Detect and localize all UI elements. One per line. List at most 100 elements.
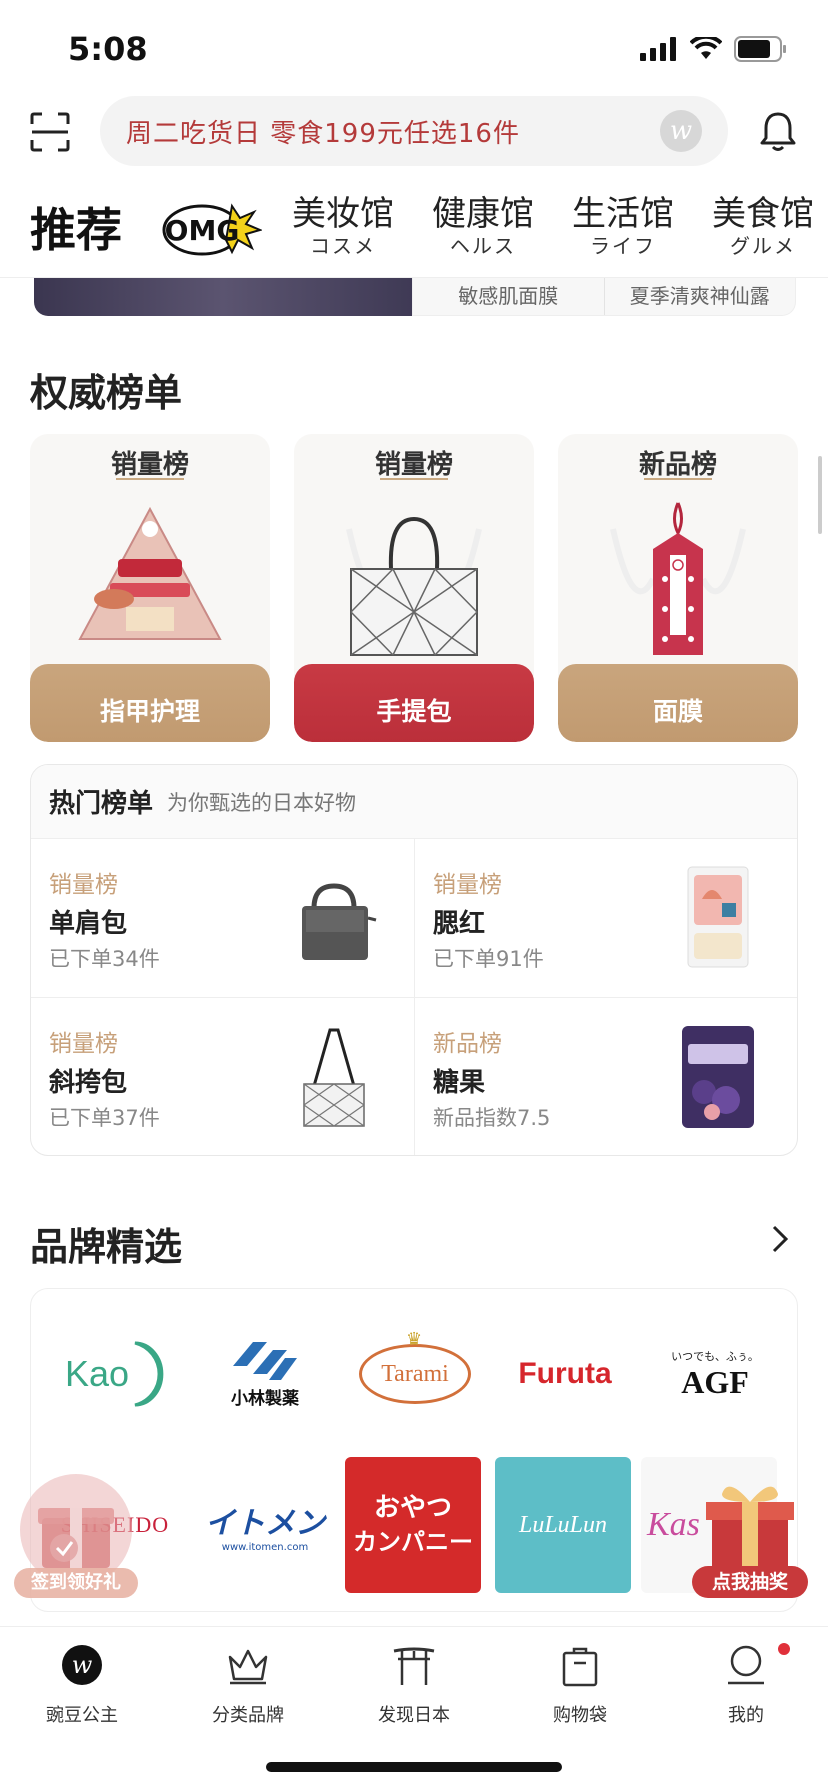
crown-icon: ♛ [406,1329,423,1350]
mask-product-icon [610,502,746,655]
tab-label: 购物袋 [553,1705,607,1726]
scroll-indicator[interactable] [818,456,822,534]
tab-label: 豌豆公主 [46,1705,118,1726]
hot-item-name: 腮红 [433,909,486,939]
crown-icon [228,1649,268,1685]
battery-icon [734,36,786,62]
chevron-right-icon[interactable] [768,1224,792,1254]
brand-logo-text: カンパニー [353,1528,473,1556]
product-image [653,853,783,983]
tab-label: 我的 [728,1705,764,1726]
blush-icon [687,866,749,968]
search-logo-icon[interactable]: w [660,110,702,152]
kobayashi-logo-icon [233,1341,297,1380]
hot-list-subtitle: 为你甄选的日本好物 [167,790,357,815]
tab-health[interactable]: 健康馆 ヘルス [432,194,534,258]
wifi-icon [690,37,722,59]
hot-item-name: 单肩包 [49,909,128,939]
tab-home[interactable]: w 豌豆公主 [22,1643,142,1727]
tab-recommend[interactable]: 推荐 [30,194,122,260]
scan-icon[interactable] [30,112,70,152]
search-input[interactable]: 周二吃货日 零食199元任选16件 w [100,96,728,166]
tab-categories[interactable]: 分类品牌 [188,1643,308,1727]
tab-jp-label: ライフ [590,234,656,258]
kao-moon-icon [134,1341,164,1407]
tab-cosmetics[interactable]: 美妆馆 コスメ [292,194,394,258]
hot-item-candy[interactable]: 新品榜 糖果 新品指数7.5 [415,998,797,1155]
brands-grid: Kao 小林製薬 ♛ Tarami Furuta いつでも、ふぅ。 AGF SH… [30,1288,798,1612]
rank-card-type: 新品榜 [638,450,717,480]
lottery-float-button[interactable]: 点我抽奖 [692,1474,808,1600]
rank-card-nail[interactable]: 销量榜 指甲护理 [30,434,270,742]
brands-section-title: 品牌精选 [30,1225,183,1269]
hot-list-title: 热门榜单 [49,789,154,819]
checkin-label: 签到领好礼 [14,1568,138,1598]
brand-oyatsu[interactable]: おやつ カンパニー [345,1457,481,1593]
handbag-product-icon [346,516,482,656]
tab-profile[interactable]: 我的 [686,1643,806,1727]
hot-item-crossbody-bag[interactable]: 销量榜 斜挎包 已下单37件 [31,998,415,1155]
tab-discover[interactable]: 发现日本 [354,1643,474,1727]
banner-tag[interactable]: 夏季清爽神仙露 [603,278,796,315]
brand-logo-text: AGF [681,1363,749,1400]
svg-text:w: w [72,1651,93,1679]
product-image [269,1012,399,1142]
rank-card-type: 销量榜 [374,450,453,480]
hot-list-header: 热门榜单 为你甄选的日本好物 [31,765,797,839]
tab-cn-label: 美食馆 [712,194,814,234]
tab-food[interactable]: 美食馆 グルメ [712,194,814,258]
brand-logo-text: 小林製薬 [231,1388,299,1409]
hot-item-type: 销量榜 [433,872,502,898]
tab-label: 发现日本 [378,1705,450,1726]
brand-logo-text: イトメン [205,1505,325,1541]
brand-logo-text: LuLuLun [518,1511,608,1538]
brand-tarami[interactable]: ♛ Tarami [345,1329,485,1419]
brand-furuta[interactable]: Furuta [495,1329,635,1419]
bell-icon[interactable] [758,110,798,154]
category-tabs: 推荐 OMG 美妆馆 コスメ 健康馆 ヘルス 生活馆 ライフ 美食馆 グルメ [0,188,828,278]
rank-card-type: 销量榜 [110,450,189,480]
tab-cn-label: 健康馆 [432,194,534,234]
hot-item-blush[interactable]: 销量榜 腮红 已下单91件 [415,839,797,998]
candy-package-icon [682,1026,754,1128]
brand-lululun[interactable]: LuLuLun [495,1457,631,1593]
wandou-logo-icon: w [62,1645,102,1685]
product-image [294,494,534,664]
omg-logo-icon[interactable]: OMG [162,200,262,256]
tab-cart[interactable]: 购物袋 [520,1643,640,1727]
tab-cn-label: 美妆馆 [292,194,394,234]
banner-tag[interactable]: 敏感肌面膜 [413,278,604,315]
checkin-float-button[interactable]: 签到领好礼 [14,1474,138,1600]
rank-card-handbag[interactable]: 销量榜 手提包 [294,434,534,742]
hot-item-info: 已下单37件 [49,1106,160,1130]
gift-box-icon [706,1486,794,1570]
torii-icon [393,1647,435,1685]
crossbody-bag-icon [303,1028,365,1127]
banner-tags: 敏感肌面膜 夏季清爽神仙露 [412,278,796,316]
rank-card-category: 指甲护理 [30,664,270,742]
brand-kobayashi[interactable]: 小林製薬 [195,1329,335,1419]
tab-life[interactable]: 生活馆 ライフ [572,194,674,258]
hot-item-type: 销量榜 [49,872,118,898]
tab-jp-label: ヘルス [450,234,516,258]
hot-item-shoulder-bag[interactable]: 销量榜 单肩包 已下单34件 [31,839,415,998]
banner-image[interactable] [34,278,412,316]
hot-list: 热门榜单 为你甄选的日本好物 销量榜 单肩包 已下单34件 销量榜 腮红 已下单… [30,764,798,1156]
brand-agf[interactable]: いつでも、ふぅ。 AGF [645,1329,785,1419]
search-placeholder: 周二吃货日 零食199元任选16件 [126,118,520,149]
shoulder-bag-icon [302,883,377,960]
home-indicator[interactable] [266,1762,562,1772]
status-icons [640,36,788,62]
hot-item-name: 糖果 [433,1068,486,1098]
hot-item-info: 已下单91件 [433,947,544,971]
rank-underline [380,478,448,480]
brand-kao[interactable]: Kao [45,1329,185,1419]
brand-logo-text: おやつ [373,1493,452,1523]
shopping-bag-icon [562,1647,598,1687]
rank-card-mask[interactable]: 新品榜 面膜 [558,434,798,742]
product-image [269,853,399,983]
top-bar: 周二吃货日 零食199元任选16件 w [0,96,828,188]
brand-itomen[interactable]: イトメン www.itomen.com [195,1457,335,1593]
authority-section-title: 权威榜单 [30,371,183,415]
tab-jp-label: コスメ [310,234,376,258]
